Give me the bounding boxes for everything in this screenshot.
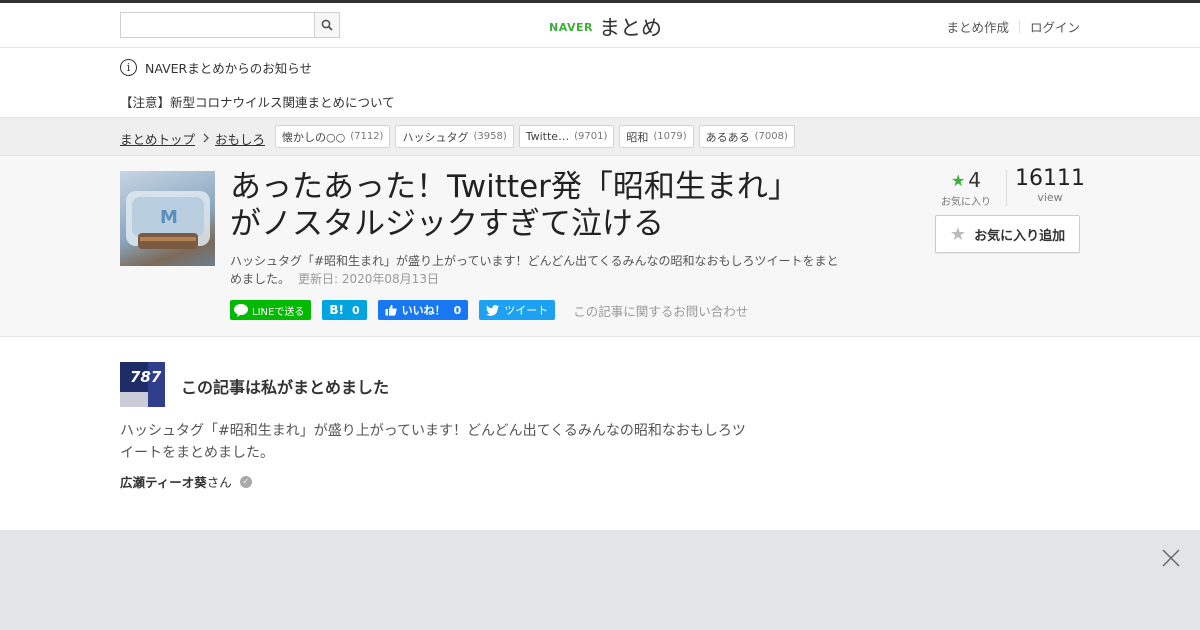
tag-label: ハッシュタグ [402,130,469,144]
svg-text:M: M [160,207,178,228]
author-name-link[interactable]: 広瀬ティーオ葵 [120,472,207,491]
favorite-count-value: 4 [968,168,982,192]
tag-count: (7008) [754,131,788,142]
breadcrumb-item-top[interactable]: まとめトップ [120,129,195,148]
article-thumbnail[interactable]: M [120,171,215,266]
author-name-suffix: さん [206,475,232,490]
header-link-divider [1018,20,1020,33]
tag-label: あるある [705,130,750,144]
article-description: ハッシュタグ「#昭和生まれ」が盛り上がっています！どんどん出てくるみんなの昭和な… [230,252,840,288]
line-icon [234,304,248,317]
star-outline-icon: ★ [949,223,967,245]
author-heading: この記事は私がまとめました [181,378,390,397]
avatar-text: 787 [130,368,162,386]
notice-heading: i NAVERまとめからのお知らせ [120,58,312,77]
add-favorite-label: お気に入り追加 [974,228,1066,244]
add-favorite-button[interactable]: ★ お気に入り追加 [935,215,1080,253]
tag-count: (7112) [350,131,384,142]
updated-date: 更新日: 2020年08月13日 [298,272,439,286]
favorite-stats: ★ 4 お気に入り [936,168,996,208]
tag-item[interactable]: 懐かしの○○ (7112) [275,125,391,148]
tag-label: Twitte… [525,130,570,143]
breadcrumb-bar: まとめトップ おもしろ 懐かしの○○ (7112) ハッシュタグ (3958) Tw… [0,118,1200,156]
close-icon [1162,549,1180,567]
notice-item-link[interactable]: 【注意】新型コロナウイルス関連まとめについて [120,92,395,111]
twitter-bird-icon [486,304,500,316]
star-icon: ★ [950,170,966,190]
page-title-line-2: がノスタルジックすぎて泣ける [230,206,664,242]
search-input[interactable] [121,13,315,37]
tag-item[interactable]: Twitte… (9701) [518,125,615,148]
close-ad-button[interactable] [1161,548,1181,568]
facebook-like-count: 0 [453,303,462,317]
author-description: ハッシュタグ「#昭和生まれ」が盛り上がっています！どんどん出てくるみんなの昭和な… [120,423,746,461]
search-box [120,12,340,38]
search-button[interactable] [314,13,339,37]
view-stats: 16111 view [1015,166,1085,204]
tag-label: 昭和 [626,130,649,144]
chevron-right-icon [203,132,209,146]
notice-heading-text: NAVERまとめからのお知らせ [145,61,312,76]
tweet-label: ツイート [504,304,549,317]
page-title-line-1: あったあった！Twitter発「昭和生まれ」 [230,169,799,205]
breadcrumb: まとめトップ おもしろ [120,129,265,148]
tag-count: (9701) [574,131,608,142]
tweet-button[interactable]: ツイート [479,300,556,320]
breadcrumb-item-category[interactable]: おもしろ [215,129,265,148]
top-bar: NAVER まとめ まとめ作成 ログイン [0,0,1200,48]
page-title: あったあった！Twitter発「昭和生まれ」 がノスタルジックすぎて泣ける [230,169,830,243]
hatena-icon: B! [329,303,344,317]
site-logo[interactable]: NAVER まとめ [549,12,662,42]
create-matome-link[interactable]: まとめ作成 [946,17,1009,36]
line-share-button[interactable]: LINEで送る [230,300,312,320]
ad-banner [0,530,1200,630]
tag-count: (3958) [473,131,507,142]
author-name: 広瀬ティーオ葵 さん ✓ [120,472,252,491]
hatena-count: 0 [351,303,360,317]
info-icon: i [120,59,137,76]
verified-check-icon: ✓ [239,475,252,488]
thumbs-up-icon [385,304,397,316]
header-links: まとめ作成 ログイン [946,17,1080,36]
line-share-label: LINEで送る [252,306,305,318]
stats-divider [1006,170,1007,206]
view-label: view [1037,191,1063,204]
view-count: 16111 [1015,166,1085,191]
search-icon [321,19,333,31]
tag-count: (1079) [653,131,687,142]
hatena-bookmark-button[interactable]: B! 0 [322,300,367,320]
favorite-count: ★ 4 [936,168,996,192]
notice-area: i NAVERまとめからのお知らせ 【注意】新型コロナウイルス関連まとめについて [0,48,1200,118]
tag-label: 懐かしの○○ [282,130,346,144]
share-buttons: LINEで送る B! 0 いいね！ 0 ツイート この記事に関するお問い合わせ [230,300,748,320]
tag-list: 懐かしの○○ (7112) ハッシュタグ (3958) Twitte… (9701) … [275,125,800,148]
logo-naver-text: NAVER [549,20,593,34]
author-avatar[interactable]: 787 [120,362,165,407]
favorite-label: お気に入り [941,197,991,208]
tag-item[interactable]: 昭和 (1079) [619,125,694,148]
tag-item[interactable]: ハッシュタグ (3958) [395,125,514,148]
contact-link[interactable]: この記事に関するお問い合わせ [573,301,748,320]
article-header: M あったあった！Twitter発「昭和生まれ」 がノスタルジックすぎて泣ける … [0,156,1200,337]
tag-item[interactable]: あるある (7008) [698,125,795,148]
facebook-like-button[interactable]: いいね！ 0 [377,300,469,320]
facebook-like-label: いいね！ [401,304,446,317]
login-link[interactable]: ログイン [1030,17,1080,36]
logo-matome-text: まとめ [598,16,662,40]
